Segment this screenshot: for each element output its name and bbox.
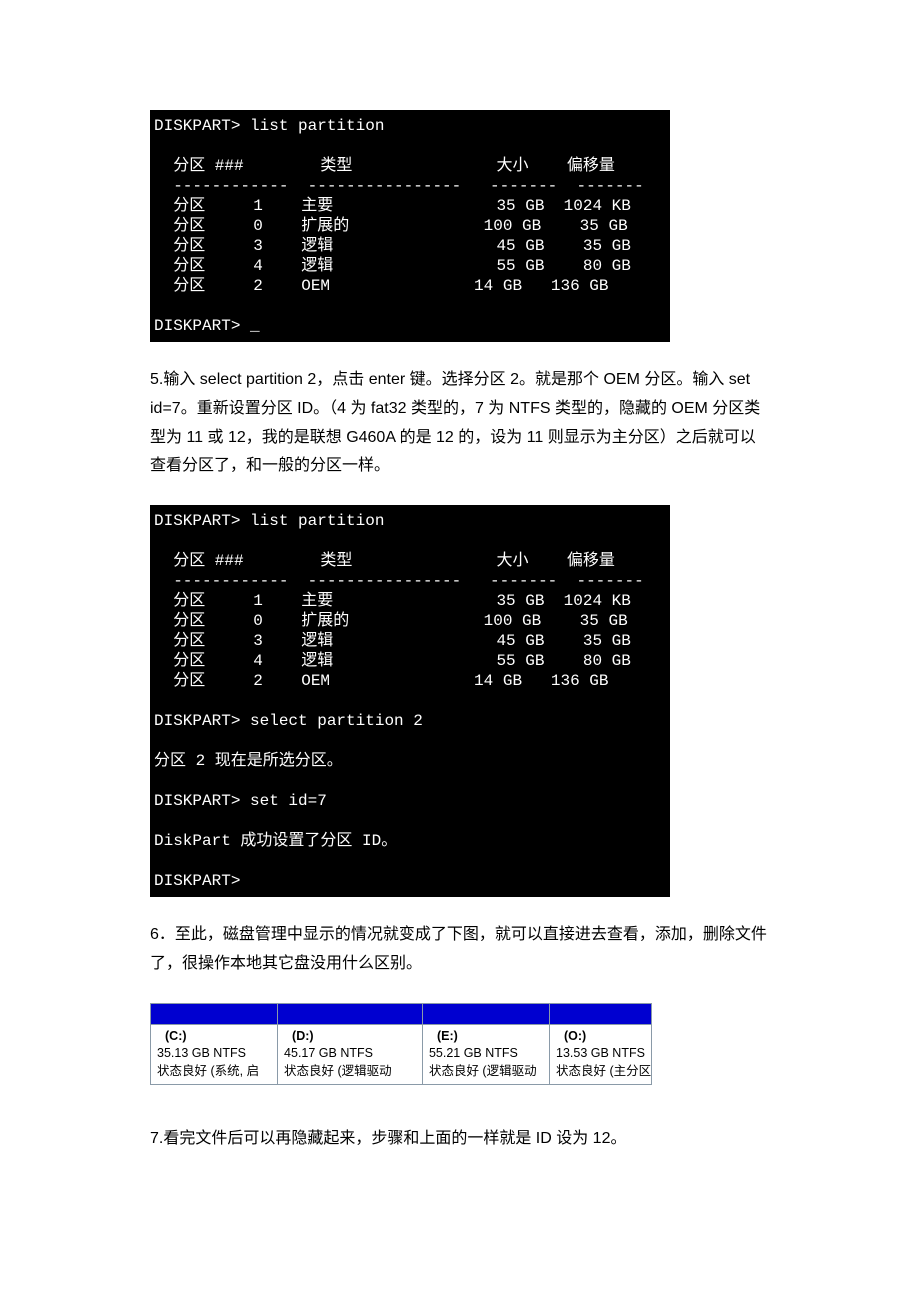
- volume-info: (D:)45.17 GB NTFS状态良好 (逻辑驱动: [278, 1025, 422, 1085]
- volume-header-bar: [423, 1004, 549, 1025]
- volume-info: (O:)13.53 GB NTFS状态良好 (主分区: [550, 1025, 651, 1085]
- volume-header-bar: [550, 1004, 651, 1025]
- volume-header-bar: [278, 1004, 422, 1025]
- disk-volume-cell: (O:)13.53 GB NTFS状态良好 (主分区: [549, 1004, 651, 1085]
- volume-info: (E:)55.21 GB NTFS状态良好 (逻辑驱动: [423, 1025, 549, 1085]
- step-5-text: 5.输入 select partition 2，点击 enter 键。选择分区 …: [150, 366, 770, 481]
- disk-volume-cell: (E:)55.21 GB NTFS状态良好 (逻辑驱动: [422, 1004, 549, 1085]
- disk-volume-cell: (C:)35.13 GB NTFS状态良好 (系统, 启: [151, 1004, 277, 1085]
- disk-management-row: (C:)35.13 GB NTFS状态良好 (系统, 启(D:)45.17 GB…: [150, 1003, 652, 1086]
- volume-header-bar: [151, 1004, 277, 1025]
- step-6-text: 6．至此，磁盘管理中显示的情况就变成了下图，就可以直接进去查看，添加，删除文件了…: [150, 921, 770, 979]
- disk-volume-cell: (D:)45.17 GB NTFS状态良好 (逻辑驱动: [277, 1004, 422, 1085]
- volume-info: (C:)35.13 GB NTFS状态良好 (系统, 启: [151, 1025, 277, 1085]
- step-7-text: 7.看完文件后可以再隐藏起来，步骤和上面的一样就是 ID 设为 12。: [150, 1125, 770, 1154]
- diskpart-console-1: DISKPART> list partition 分区 ### 类型 大小 偏移…: [150, 110, 670, 342]
- diskpart-console-2: DISKPART> list partition 分区 ### 类型 大小 偏移…: [150, 505, 670, 897]
